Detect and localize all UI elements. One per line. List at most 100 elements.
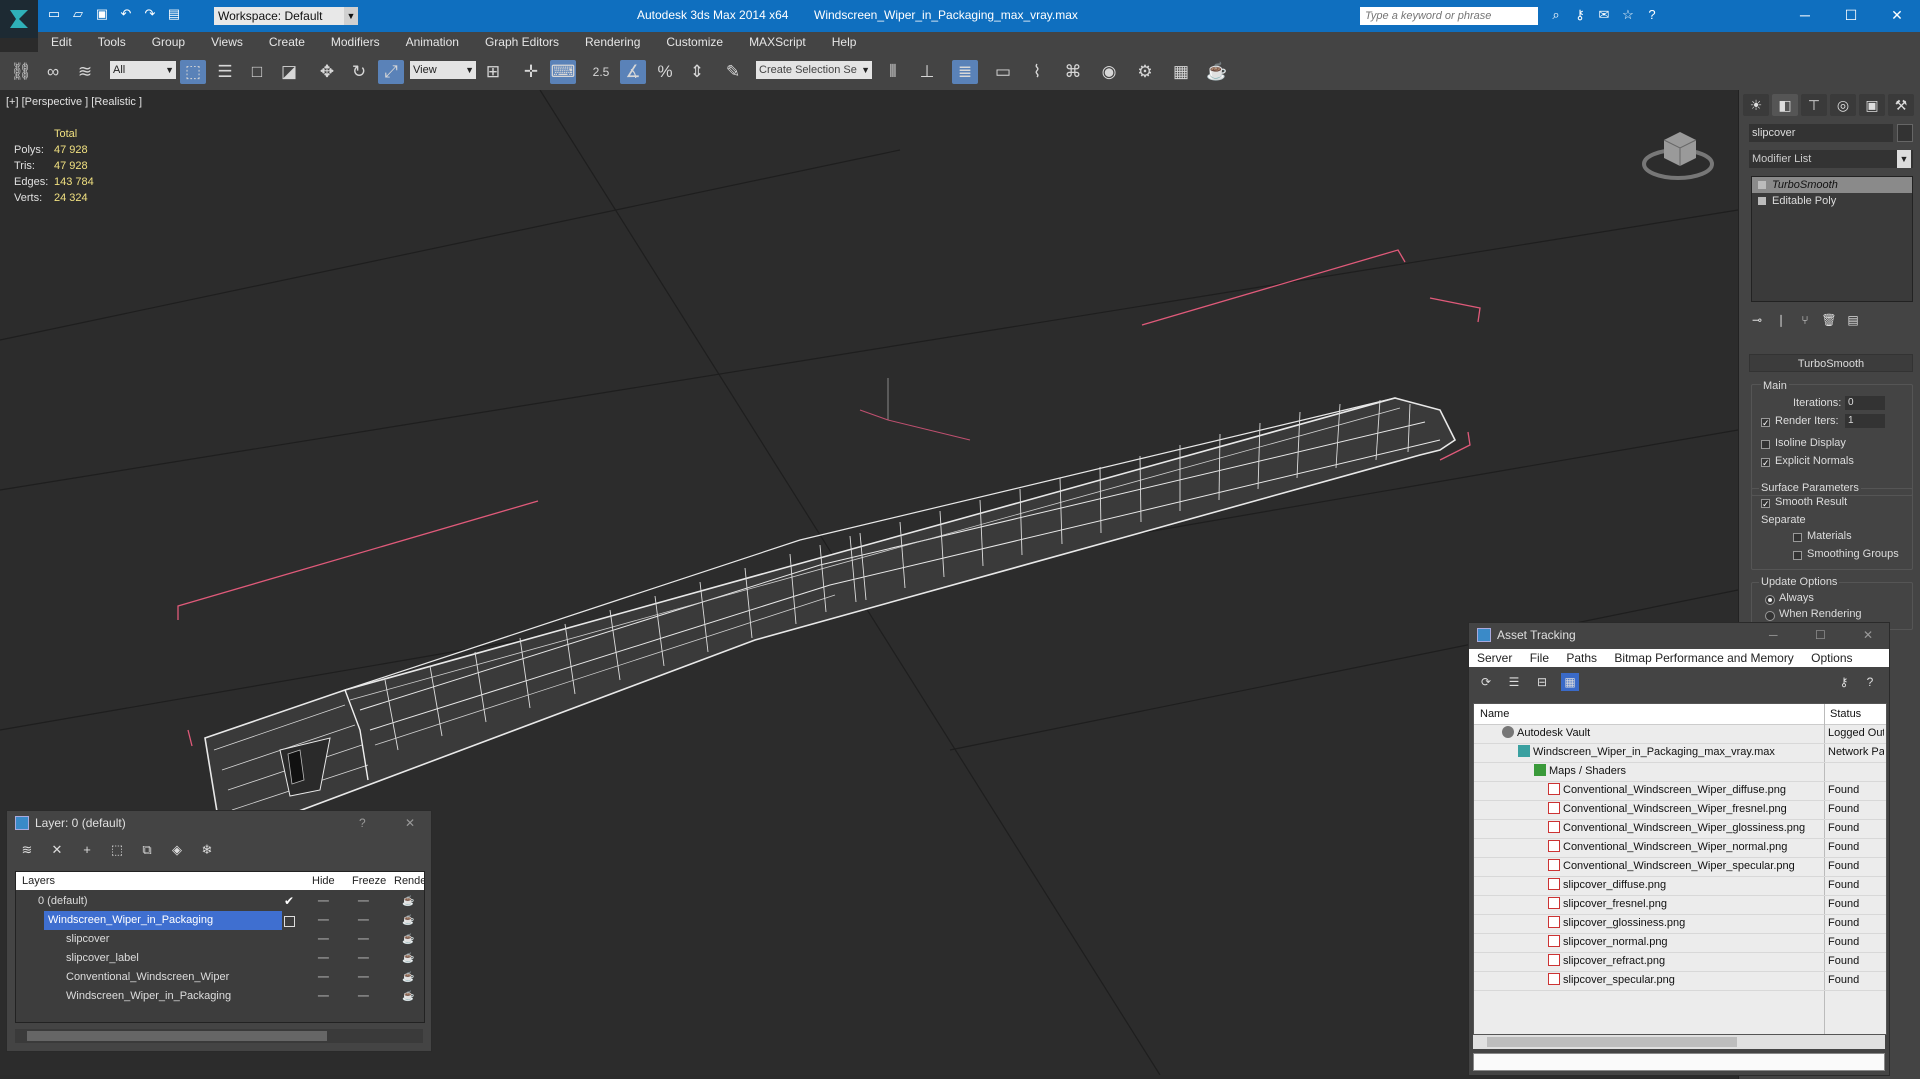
render-column-header[interactable]: Render <box>394 875 424 887</box>
bind-spacewarp-icon[interactable]: ≋ <box>72 60 98 84</box>
refresh-icon[interactable]: ⟳ <box>1477 673 1495 691</box>
close-icon[interactable]: ✕ <box>1874 0 1920 30</box>
project-folder-icon[interactable]: ▤ <box>166 6 182 22</box>
menu-help[interactable]: Help <box>819 35 870 49</box>
maximize-icon[interactable]: ☐ <box>1828 0 1874 30</box>
status-column-header[interactable]: Status <box>1830 708 1861 720</box>
asset-row[interactable]: Conventional_Windscreen_Wiper_diffuse.pn… <box>1474 781 1886 801</box>
select-by-name-icon[interactable]: ☰ <box>212 60 238 84</box>
show-end-result-icon[interactable]: ❘ <box>1773 312 1789 328</box>
menu-group[interactable]: Group <box>139 35 198 49</box>
rotate-icon[interactable]: ↻ <box>346 60 372 84</box>
move-icon[interactable]: ✥ <box>314 60 340 84</box>
remove-modifier-icon[interactable]: 🗑 <box>1821 312 1837 328</box>
layer-row[interactable]: slipcover_label ━━ ━━ ☕ <box>16 949 424 968</box>
when-rendering-radio[interactable] <box>1765 611 1775 621</box>
asset-menu-bitmap-performance[interactable]: Bitmap Performance and Memory <box>1614 651 1793 665</box>
scrollbar-thumb[interactable] <box>1487 1037 1737 1047</box>
smooth-result-checkbox[interactable]: ✓ <box>1761 499 1770 509</box>
asset-menu-options[interactable]: Options <box>1811 651 1852 665</box>
menu-edit[interactable]: Edit <box>38 35 85 49</box>
asset-row[interactable]: slipcover_glossiness.png Found <box>1474 914 1886 934</box>
close-icon[interactable]: ✕ <box>405 811 415 835</box>
help-icon[interactable]: ? <box>1644 7 1660 23</box>
asset-row[interactable]: Conventional_Windscreen_Wiper_specular.p… <box>1474 857 1886 877</box>
menu-customize[interactable]: Customize <box>653 35 736 49</box>
unlink-icon[interactable]: ∞ <box>40 60 66 84</box>
viewport-label[interactable]: [+] [Perspective ] [Realistic ] <box>6 96 142 108</box>
asset-row[interactable]: slipcover_fresnel.png Found <box>1474 895 1886 915</box>
hide-toggle[interactable]: ━━ <box>318 968 329 987</box>
hide-toggle[interactable]: ━━ <box>318 892 329 911</box>
new-file-icon[interactable]: ▭ <box>46 6 62 22</box>
rendered-frame-window-icon[interactable]: ▦ <box>1168 60 1194 84</box>
layer-row[interactable]: Conventional_Windscreen_Wiper ━━ ━━ ☕ <box>16 968 424 987</box>
pin-stack-icon[interactable]: ⊸ <box>1749 312 1765 328</box>
utilities-tab-icon[interactable]: ⚒ <box>1888 94 1914 116</box>
asset-horizontal-scrollbar[interactable] <box>1473 1035 1885 1049</box>
asset-menu-paths[interactable]: Paths <box>1566 651 1597 665</box>
reference-coordinate-dropdown[interactable]: View ▼ <box>410 61 476 79</box>
link-icon[interactable]: ⛓ <box>8 60 34 84</box>
motion-tab-icon[interactable]: ◎ <box>1830 94 1856 116</box>
asset-row[interactable]: slipcover_diffuse.png Found <box>1474 876 1886 896</box>
modify-tab-icon[interactable]: ◧ <box>1772 94 1798 116</box>
tree-view-icon[interactable]: ⊟ <box>1533 673 1551 691</box>
layer-row[interactable]: Windscreen_Wiper_in_Packaging ━━ ━━ ☕ <box>16 987 424 1006</box>
isoline-display-checkbox[interactable] <box>1761 440 1770 449</box>
hide-toggle[interactable]: ━━ <box>318 949 329 968</box>
close-icon[interactable]: ✕ <box>1863 623 1873 647</box>
hide-toggle[interactable]: ━━ <box>318 930 329 949</box>
workspace-dropdown[interactable]: Workspace: Default <box>214 7 354 25</box>
freeze-toggle[interactable]: ━━ <box>358 968 369 987</box>
edit-named-selection-icon[interactable]: ✎ <box>720 60 746 84</box>
hide-toggle[interactable]: ━━ <box>318 911 329 930</box>
menu-maxscript[interactable]: MAXScript <box>736 35 819 49</box>
select-manipulate-icon[interactable]: ✛ <box>518 60 544 84</box>
keyboard-shortcut-override-icon[interactable]: ⌨ <box>550 60 576 84</box>
viewcube[interactable] <box>1640 118 1716 191</box>
asset-menu-server[interactable]: Server <box>1477 651 1512 665</box>
app-logo[interactable] <box>0 0 38 38</box>
percent-snap-icon[interactable]: % <box>652 60 678 84</box>
window-crossing-icon[interactable]: ◪ <box>276 60 302 84</box>
angle-snap-icon[interactable]: ∡ <box>620 60 646 84</box>
name-column-header[interactable]: Name <box>1480 708 1509 720</box>
minimize-icon[interactable]: ─ <box>1782 0 1828 30</box>
modifier-list-dropdown[interactable]: Modifier List ▼ <box>1749 150 1913 168</box>
teapot-icon[interactable]: ☕ <box>402 968 414 987</box>
named-selection-set-dropdown[interactable]: Create Selection Se ▼ <box>756 61 872 79</box>
make-unique-icon[interactable]: ⑂ <box>1797 312 1813 328</box>
layer-horizontal-scrollbar[interactable] <box>15 1029 423 1043</box>
configure-modifier-sets-icon[interactable]: ▤ <box>1845 312 1861 328</box>
rectangular-selection-icon[interactable]: □ <box>244 60 270 84</box>
vault-login-icon[interactable]: ⚷ <box>1835 673 1853 691</box>
asset-row[interactable]: Conventional_Windscreen_Wiper_fresnel.pn… <box>1474 800 1886 820</box>
highlight-layer-icon[interactable]: ⧉ <box>137 841 157 859</box>
align-icon[interactable]: ⊥ <box>914 60 940 84</box>
pivot-center-icon[interactable]: ⊞ <box>480 60 506 84</box>
menu-create[interactable]: Create <box>256 35 318 49</box>
current-layer-checkbox[interactable] <box>284 916 295 927</box>
explicit-normals-checkbox[interactable]: ✓ <box>1761 458 1770 468</box>
minimize-icon[interactable]: ─ <box>1769 623 1778 647</box>
open-file-icon[interactable]: ▱ <box>70 6 86 22</box>
transform-gizmo[interactable] <box>859 378 971 441</box>
teapot-icon[interactable]: ☕ <box>402 930 414 949</box>
asset-dialog-titlebar[interactable]: Asset Tracking ─ ☐ ✕ <box>1469 623 1889 647</box>
layers-icon[interactable]: ≋ <box>17 841 37 859</box>
stack-item-editable-poly[interactable]: Editable Poly <box>1752 193 1912 209</box>
hierarchy-tab-icon[interactable]: ⊤ <box>1801 94 1827 116</box>
communication-icon[interactable]: ✉ <box>1596 7 1612 23</box>
menu-rendering[interactable]: Rendering <box>572 35 653 49</box>
menu-tools[interactable]: Tools <box>85 35 139 49</box>
scale-icon[interactable]: ⤢ <box>378 60 404 84</box>
layers-column-header[interactable]: Layers <box>22 875 55 887</box>
layer-dialog-titlebar[interactable]: Layer: 0 (default) ? ✕ <box>7 811 431 835</box>
lightbulb-icon[interactable] <box>1758 181 1766 189</box>
asset-row[interactable]: slipcover_normal.png Found <box>1474 933 1886 953</box>
select-layer-objects-icon[interactable]: ⬚ <box>107 841 127 859</box>
render-iters-checkbox[interactable]: ✓ <box>1761 418 1770 428</box>
freeze-toggle[interactable]: ━━ <box>358 892 369 911</box>
teapot-icon[interactable]: ☕ <box>402 987 414 1006</box>
